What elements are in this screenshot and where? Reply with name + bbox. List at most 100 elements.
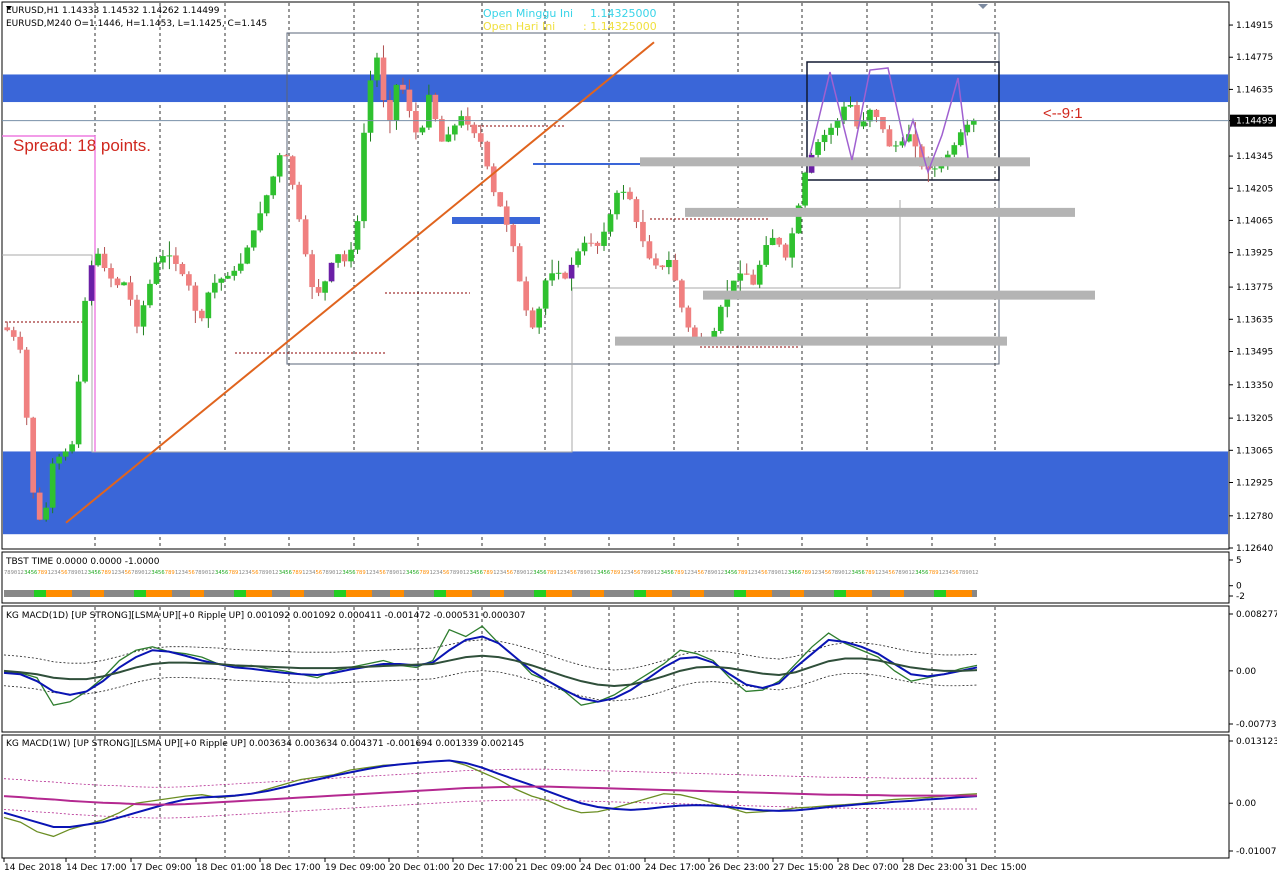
tbst-digit-group: 56: [507, 570, 514, 576]
candle-body: [250, 230, 257, 248]
tbst-bar: [34, 590, 46, 597]
tbst-digit-group: 789: [865, 570, 875, 576]
candle-body: [679, 280, 685, 308]
candle-body: [244, 247, 251, 264]
candle-body: [335, 254, 341, 263]
candle-body: [82, 300, 88, 382]
candle-body: [173, 255, 179, 264]
x-tick-label: 14 Dec 17:00: [66, 863, 127, 873]
tbst-bar: [834, 590, 846, 597]
candle-body: [640, 221, 646, 242]
tbst-bar: [372, 590, 390, 597]
tbst-bar: [434, 590, 446, 597]
candle-body: [594, 242, 601, 246]
tbst-bar: [246, 590, 272, 597]
candle-body: [367, 80, 374, 133]
candle-body: [23, 349, 30, 418]
symbol-info-h1: EURUSD,H1 1.14333 1.14532 1.14262 1.1449…: [6, 6, 220, 16]
tbst-digit-group: 789012: [68, 570, 88, 576]
tbst-digit-group: 3456: [279, 570, 292, 576]
tbst-hour-digits: 789012 3456 789 1234 56 789012 3456 789 1234 56 78…: [4, 570, 979, 576]
x-tick-label: 19 Dec 09:00: [325, 863, 386, 873]
candle-body: [186, 274, 192, 286]
y-tick-label: 1.13350: [1236, 381, 1273, 391]
y-tick-label: 1.14775: [1236, 53, 1273, 63]
candle-body: [387, 100, 393, 121]
candle-body: [166, 255, 173, 257]
tbst-digit-group: 3456: [915, 570, 928, 576]
candle-body: [224, 275, 231, 279]
candle-body: [270, 176, 277, 196]
tbst-digit-group: 789: [165, 570, 175, 576]
candle-body: [860, 121, 867, 127]
candle-body: [471, 124, 478, 134]
tbst-digit-group: 56: [952, 570, 959, 576]
tbst-digit-group: 789012: [4, 570, 24, 576]
tbst-digit-group: 56: [634, 570, 641, 576]
candle-body: [283, 155, 290, 157]
y-tick-label: 0.013123: [1236, 737, 1277, 747]
candle-body: [562, 272, 568, 279]
tbst-bar: [772, 590, 790, 597]
y-tick-label: 1.13065: [1236, 446, 1273, 456]
candle-body: [490, 166, 497, 193]
candle-body: [49, 463, 56, 508]
open-day-value: : 1.14325000: [583, 20, 657, 33]
candle-body: [503, 206, 510, 225]
candle-body: [802, 172, 808, 206]
candle-body: [523, 281, 530, 311]
tbst-digit-group: 789012: [831, 570, 851, 576]
candle-body: [789, 233, 795, 258]
tbst-digit-group: 789012: [704, 570, 724, 576]
candle-body: [400, 84, 406, 90]
tbst-digit-group: 789012: [641, 570, 661, 576]
tbst-digit-group: 789012: [513, 570, 533, 576]
tbst-bar: [234, 590, 246, 597]
y-tick-label: 1.13925: [1236, 249, 1273, 259]
tbst-digit-group: 3456: [470, 570, 483, 576]
tbst-digit-group: 789: [419, 570, 429, 576]
tbst-digit-group: 1234: [366, 570, 380, 576]
tbst-digit-group: 1234: [748, 570, 762, 576]
candle-body: [361, 132, 367, 222]
tbst-bar: [404, 590, 434, 597]
tbst-bar: [272, 590, 290, 597]
y-tick-label: 1.14635: [1236, 85, 1273, 95]
tbst-digit-group: 56: [825, 570, 832, 576]
candle-body: [549, 273, 555, 281]
candle-body: [257, 213, 264, 231]
candle-body: [231, 270, 238, 276]
candle-body: [101, 253, 108, 269]
tbst-digit-group: 789012: [195, 570, 215, 576]
tbst-session-bars: [4, 590, 977, 597]
tbst-digit-group: 3456: [661, 570, 674, 576]
candle-body: [153, 262, 160, 284]
candle-body: [769, 237, 776, 246]
tbst-digit-group: 3456: [215, 570, 228, 576]
x-tick-label: 20 Dec 01:00: [389, 863, 450, 873]
y-tick-label: 1.13635: [1236, 315, 1273, 325]
tbst-digit-group: 3456: [533, 570, 546, 576]
candle-body: [393, 84, 400, 121]
sr-level-0: [640, 157, 1030, 167]
y-tick-label: 1.13205: [1236, 414, 1273, 424]
tbst-bar: [972, 590, 977, 597]
tbst-bar: [446, 590, 472, 597]
sr-level-3: [615, 336, 1007, 346]
candle-body: [873, 109, 880, 117]
candle-body: [620, 191, 627, 193]
tbst-digit-group: 56: [252, 570, 259, 576]
tbst-bar: [146, 590, 172, 597]
y-tick-label: 1.12780: [1236, 512, 1273, 522]
tbst-digit-group: 1234: [684, 570, 698, 576]
candle-body: [56, 456, 62, 464]
candle-body: [445, 134, 452, 142]
candle-body: [432, 94, 439, 120]
chart-canvas[interactable]: 1.14915 1.14775 1.14635 1.14499 1.14345 1.142…: [0, 0, 1277, 880]
candle-body: [763, 245, 770, 265]
candle-body: [893, 145, 899, 147]
y-tick-label: 0.00: [1236, 799, 1256, 809]
candle-body: [516, 246, 523, 282]
sr-level-1: [685, 207, 1075, 217]
candle-body: [886, 129, 893, 147]
